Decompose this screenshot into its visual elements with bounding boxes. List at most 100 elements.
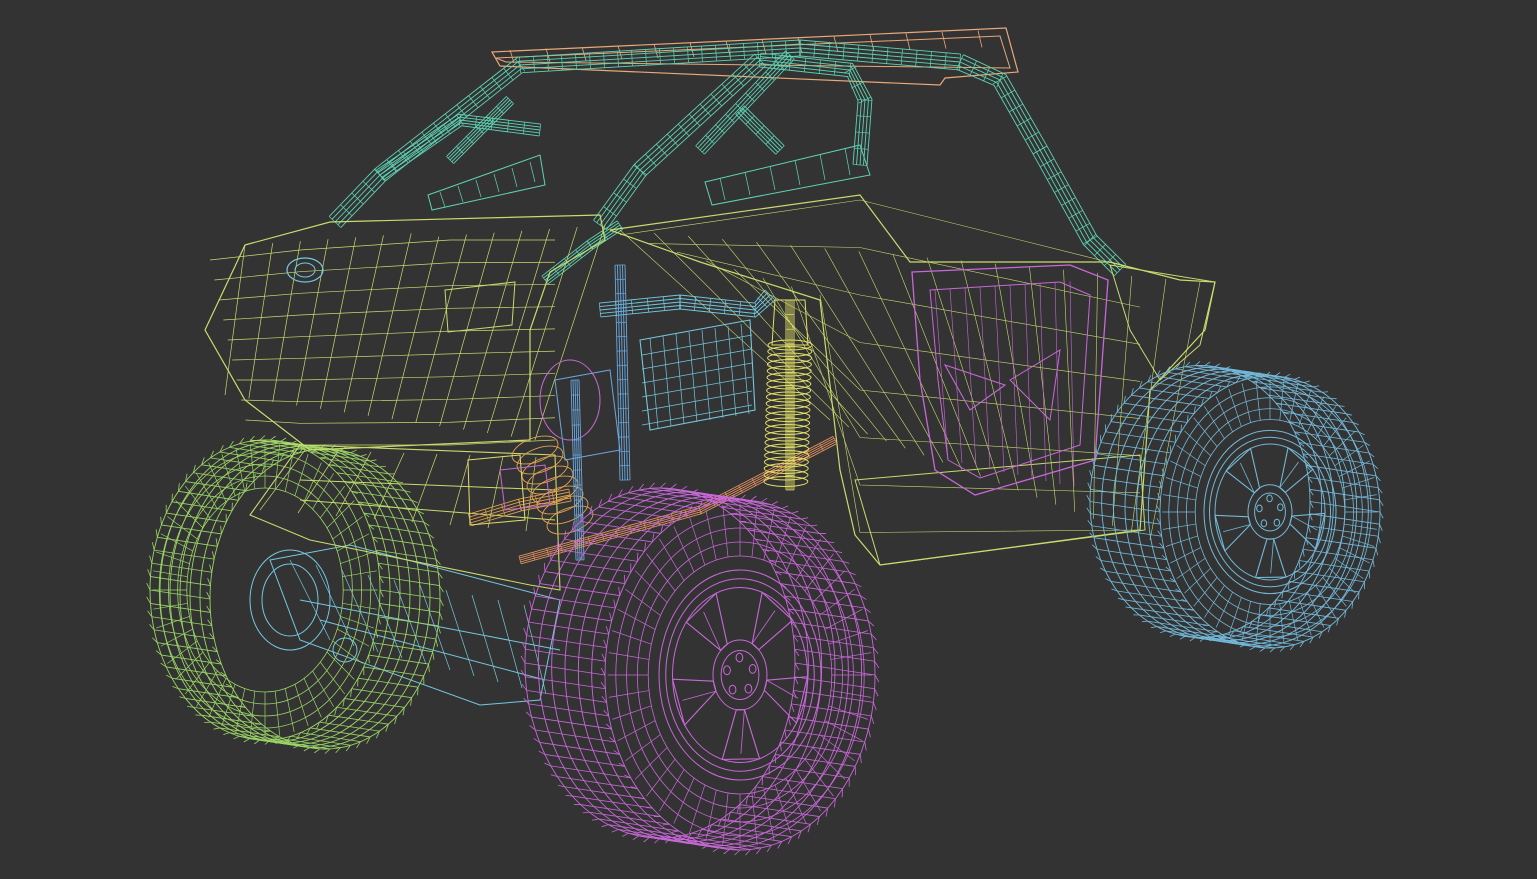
tread-line	[1124, 403, 1194, 414]
tread-lug	[762, 777, 763, 786]
sidewall-segment	[1316, 585, 1336, 617]
tread-lug	[637, 553, 638, 562]
hood-grid-v	[344, 235, 383, 412]
lug-nut	[1261, 520, 1267, 527]
tread-line	[1294, 432, 1364, 443]
tread-lug	[440, 599, 443, 606]
tread-line	[328, 715, 388, 724]
sidewall-ring	[648, 556, 832, 794]
sidewall-segment	[646, 759, 675, 796]
side-panel-grid-h	[620, 200, 1140, 270]
tread-lug	[260, 436, 265, 441]
tread-line	[178, 689, 238, 698]
battery-grid	[741, 324, 749, 414]
tread-lug	[1270, 648, 1275, 652]
tread-lug	[604, 640, 607, 648]
tread-lug	[148, 569, 151, 576]
tread-lug	[1166, 457, 1167, 464]
tread-lug	[751, 496, 757, 501]
tire-shell-ring	[1137, 373, 1357, 645]
battery-grid	[650, 338, 658, 428]
cage-rear-right-leg	[963, 55, 1125, 265]
tread-line	[1303, 454, 1373, 465]
tread-lug	[622, 833, 628, 836]
tread-line	[157, 643, 217, 652]
sidewall-segment	[1204, 406, 1224, 438]
sidewall-segment	[1216, 592, 1233, 627]
tread-lug	[1378, 536, 1380, 543]
tread-line	[239, 736, 299, 745]
tread-line	[532, 717, 612, 729]
hood-grid-h	[219, 284, 555, 300]
tread-lug	[619, 587, 620, 596]
tread-lug	[1195, 361, 1200, 365]
cage-tube-ring	[758, 43, 759, 59]
tread-lug	[1373, 560, 1374, 567]
cage-tube-ring	[656, 144, 667, 156]
tread-line	[1111, 581, 1181, 592]
sidewall-segment	[609, 653, 649, 660]
sidewall-segment	[1335, 558, 1364, 578]
tread-line	[1131, 395, 1201, 406]
tread-lug	[208, 578, 211, 585]
rim-spoke	[1215, 515, 1250, 551]
steering-post	[622, 265, 627, 480]
tread-lug	[865, 742, 867, 750]
sidewall-segment	[625, 735, 660, 761]
seat-mesh	[795, 160, 800, 185]
tread-lug	[521, 656, 525, 663]
tread-lug	[1151, 627, 1157, 628]
side-panel-grid-v	[1094, 273, 1098, 519]
tread-lug	[801, 518, 808, 519]
sidewall-segment	[1184, 568, 1210, 593]
tread-lug	[526, 614, 529, 622]
bumper-grid	[450, 455, 470, 525]
roof-rack-slat	[942, 32, 946, 49]
skid-plate-rib	[498, 600, 522, 688]
tread-lug	[147, 583, 150, 590]
cage-tube-ring	[700, 104, 711, 116]
sidewall-segment	[327, 652, 354, 679]
sidewall-segment	[659, 539, 684, 581]
shock-spring-coil	[765, 451, 809, 461]
sidewall-segment	[167, 517, 197, 540]
intake-pipe	[600, 293, 768, 307]
side-panel-grid-h	[706, 261, 1140, 382]
bumper-grid	[298, 451, 338, 513]
tread-lug	[713, 848, 719, 852]
tread-lug	[612, 829, 618, 832]
front-bumper	[250, 445, 560, 590]
tread-lug	[1205, 362, 1210, 366]
sidewall-segment	[820, 735, 855, 761]
tread-line	[551, 766, 631, 778]
seat-mesh	[720, 178, 725, 200]
rim-spoke	[764, 677, 807, 723]
tread-lug	[530, 601, 532, 609]
rim-ring	[659, 570, 821, 780]
sidewall-segment	[1163, 495, 1196, 500]
tread-lug	[1369, 571, 1370, 578]
cage-crossbar	[759, 67, 858, 165]
tread-line	[186, 698, 246, 707]
sidewall-segment	[1256, 604, 1260, 644]
tread-lug	[314, 749, 319, 753]
cage-tube-ring	[562, 54, 563, 70]
sidewall-segment	[625, 589, 660, 615]
tread-lug	[1100, 435, 1101, 442]
hood-grid-h	[210, 240, 555, 260]
door-mesh	[1040, 283, 1046, 481]
tread-lug	[1160, 631, 1166, 633]
tread-lug	[156, 529, 157, 537]
tread-lug	[221, 526, 222, 534]
tread-lug	[1088, 483, 1091, 490]
tread-line	[545, 754, 625, 766]
hood-grid-h	[228, 329, 555, 340]
roof-rack-slat	[906, 34, 910, 50]
tread-lug	[724, 849, 730, 854]
tread-lug	[1308, 526, 1310, 533]
3d-viewport[interactable]	[0, 0, 1537, 879]
tread-line	[529, 704, 609, 716]
tread-line	[211, 722, 271, 731]
sidewall-segment	[805, 759, 834, 796]
tread-line	[769, 560, 849, 572]
